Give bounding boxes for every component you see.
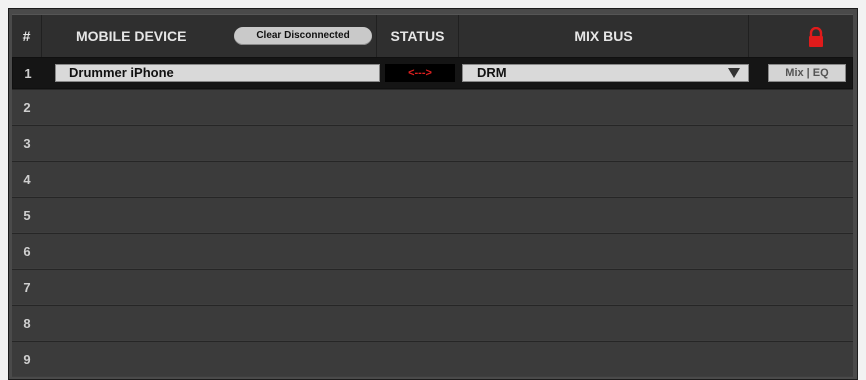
mix-bus-value: DRM: [477, 65, 507, 80]
row-number: 9: [23, 351, 31, 367]
table-row[interactable]: 7: [12, 269, 853, 305]
header-mix-bus: MIX BUS: [459, 15, 749, 57]
row-number: 2: [23, 99, 31, 115]
header-mobile-device-label: MOBILE DEVICE: [76, 28, 187, 44]
row-number: 5: [23, 207, 31, 223]
table-header: # MOBILE DEVICE Clear Disconnected STATU…: [12, 14, 853, 58]
row-number: 8: [23, 315, 31, 331]
mix-bus-select[interactable]: DRM: [462, 64, 749, 82]
table-row[interactable]: 5: [12, 197, 853, 233]
row-number: 6: [23, 243, 31, 259]
clear-disconnected-button[interactable]: Clear Disconnected: [234, 27, 372, 45]
dropdown-arrow-icon[interactable]: [728, 68, 740, 78]
table-row[interactable]: 3: [12, 125, 853, 161]
table-row[interactable]: 8: [12, 305, 853, 341]
mix-eq-button[interactable]: Mix | EQ: [768, 64, 846, 82]
table-row[interactable]: 6: [12, 233, 853, 269]
table-row[interactable]: 2: [12, 89, 853, 125]
connection-status: <--->: [385, 64, 455, 82]
row-number: 4: [23, 171, 31, 187]
device-name-field[interactable]: Drummer iPhone: [55, 64, 380, 82]
table-row[interactable]: 4: [12, 161, 853, 197]
padlock-icon[interactable]: [807, 27, 825, 47]
table-row[interactable]: 9: [12, 341, 853, 377]
device-list: 1 Drummer iPhone <---> DRM Mix | EQ 2 3 …: [12, 57, 853, 377]
header-lock: [749, 15, 853, 57]
row-number: 1: [24, 65, 32, 81]
header-num: #: [12, 15, 42, 57]
row-number: 3: [23, 135, 31, 151]
table-row[interactable]: 1 Drummer iPhone <---> DRM Mix | EQ: [12, 57, 853, 89]
row-number: 7: [23, 279, 31, 295]
header-status: STATUS: [377, 15, 459, 57]
